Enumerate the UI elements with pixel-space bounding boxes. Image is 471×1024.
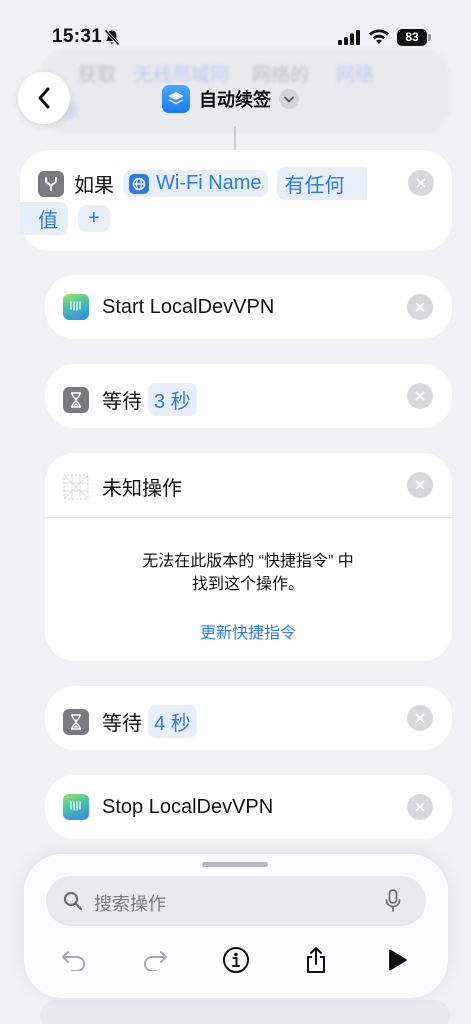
remove-action-button[interactable] <box>407 472 433 498</box>
divider <box>45 517 452 518</box>
search-input[interactable]: 搜索操作 <box>94 890 166 916</box>
shortcut-title-menu[interactable]: 自动续签 <box>162 84 299 114</box>
remove-action-button[interactable] <box>408 170 434 196</box>
cellular-signal-icon <box>338 30 360 45</box>
action-label: 等待 <box>102 713 142 735</box>
action-label: Start LocalDevVPN <box>102 295 275 318</box>
chevron-left-icon <box>38 87 50 109</box>
status-time: 15:31 <box>52 26 103 47</box>
back-button[interactable] <box>18 72 70 124</box>
hourglass-icon <box>63 708 89 735</box>
remove-action-button[interactable] <box>407 383 433 409</box>
background-card <box>40 1000 450 1024</box>
action-label: Stop LocalDevVPN <box>102 795 274 818</box>
if-action-card[interactable]: 如果 Wi-Fi Name 有任何 值 + <box>20 150 452 251</box>
info-icon <box>223 947 249 973</box>
background-action-text: 网络 <box>336 65 375 86</box>
add-condition-button[interactable]: + <box>78 205 110 232</box>
page-title: 自动续签 <box>199 90 271 110</box>
localdevvpn-app-icon <box>63 794 89 820</box>
remove-action-button[interactable] <box>407 794 433 820</box>
action-card-wait-3[interactable]: 等待 3 秒 <box>45 364 452 428</box>
action-label: 未知操作 <box>102 478 182 500</box>
info-button[interactable] <box>218 942 254 978</box>
condition-parameter[interactable]: 有任何 <box>276 167 367 200</box>
close-icon <box>415 391 425 401</box>
localdevvpn-app-icon <box>63 294 89 320</box>
hourglass-icon <box>63 386 89 413</box>
close-icon <box>415 713 425 723</box>
run-button[interactable] <box>379 942 415 978</box>
battery-indicator: 83 <box>397 29 427 46</box>
battery-tip <box>428 34 431 41</box>
unknown-action-message: 无法在此版本的 “快捷指令” 中 找到这个操作。 <box>58 550 438 596</box>
flow-connector <box>234 126 236 150</box>
action-card-start-vpn[interactable]: Start LocalDevVPN <box>45 275 452 339</box>
background-action-text: 网络的 <box>252 65 310 86</box>
search-field[interactable]: 搜索操作 <box>46 876 426 926</box>
remove-action-button[interactable] <box>407 294 433 320</box>
undo-icon <box>62 951 85 971</box>
branch-icon <box>38 170 64 197</box>
microphone-icon[interactable] <box>385 889 401 913</box>
background-action-text: 获取 <box>78 65 117 86</box>
condition-parameter-continued[interactable]: 值 <box>20 202 68 235</box>
remove-action-button[interactable] <box>407 705 433 731</box>
close-icon <box>416 178 426 188</box>
share-button[interactable] <box>298 942 334 978</box>
chevron-down-icon <box>279 89 299 109</box>
background-action-text: 无线局域网 <box>134 65 230 86</box>
undo-button[interactable] <box>56 942 92 978</box>
action-card-wait-4[interactable]: 等待 4 秒 <box>45 686 452 750</box>
action-label: 等待 <box>102 391 142 413</box>
wifi-name-parameter-label: Wi-Fi Name <box>156 172 262 194</box>
if-keyword: 如果 <box>74 175 114 197</box>
search-icon <box>63 891 83 911</box>
wait-duration-parameter[interactable]: 4 秒 <box>148 705 197 738</box>
unknown-action-message-line: 找到这个操作。 <box>191 576 304 593</box>
close-icon <box>415 480 425 490</box>
close-icon <box>415 302 425 312</box>
redo-icon <box>144 951 167 971</box>
update-shortcuts-link[interactable]: 更新快捷指令 <box>58 619 438 643</box>
action-search-dock: 搜索操作 <box>24 854 448 998</box>
action-card-unknown[interactable]: 未知操作 无法在此版本的 “快捷指令” 中 找到这个操作。 更新快捷指令 <box>45 453 452 661</box>
unknown-action-message-line: 无法在此版本的 “快捷指令” 中 <box>142 553 354 570</box>
redo-button[interactable] <box>137 942 173 978</box>
unknown-action-icon <box>63 474 89 499</box>
layers-icon <box>162 85 190 113</box>
wait-duration-parameter[interactable]: 3 秒 <box>148 383 197 416</box>
wifi-icon <box>369 29 389 44</box>
close-icon <box>415 802 425 812</box>
sheet-grabber[interactable] <box>202 862 268 867</box>
bell-slash-icon <box>104 29 120 46</box>
share-icon <box>307 947 325 973</box>
wifi-name-parameter[interactable]: Wi-Fi Name <box>123 170 268 197</box>
globe-icon <box>129 173 149 194</box>
action-card-stop-vpn[interactable]: Stop LocalDevVPN <box>45 775 452 839</box>
play-icon <box>388 949 407 971</box>
